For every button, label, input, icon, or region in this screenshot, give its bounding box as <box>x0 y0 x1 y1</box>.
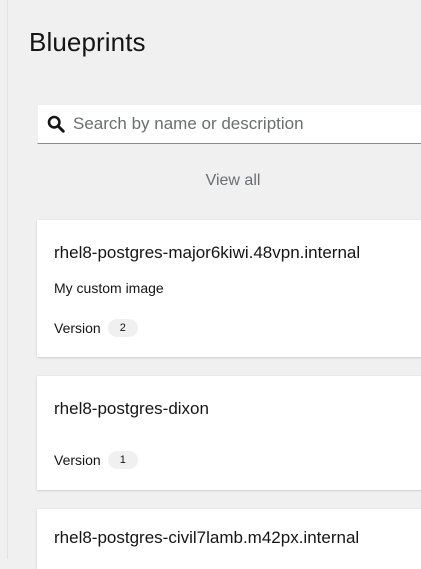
blueprint-card[interactable]: rhel8-postgres-dixon Version 1 <box>37 376 421 490</box>
version-badge: 1 <box>107 451 138 469</box>
view-all-link[interactable]: View all <box>37 172 421 190</box>
blueprint-description: My custom image <box>54 280 164 296</box>
blueprint-name[interactable]: rhel8-postgres-civil7lamb.m42px.internal <box>54 528 359 548</box>
blueprint-card[interactable]: rhel8-postgres-civil7lamb.m42px.internal <box>37 509 421 569</box>
search-input[interactable] <box>73 114 403 134</box>
blueprint-version: Version 1 <box>54 451 138 469</box>
blueprint-version: Version 2 <box>54 319 138 337</box>
search-icon <box>47 115 65 133</box>
version-label: Version <box>54 452 101 468</box>
blueprints-panel: Blueprints View all rhel8-postgres-major… <box>7 0 421 569</box>
blueprint-name[interactable]: rhel8-postgres-dixon <box>54 399 209 419</box>
search-box[interactable] <box>37 104 421 144</box>
blueprint-name[interactable]: rhel8-postgres-major6kiwi.48vpn.internal <box>54 243 360 263</box>
blueprint-card[interactable]: rhel8-postgres-major6kiwi.48vpn.internal… <box>37 220 421 357</box>
version-label: Version <box>54 320 101 336</box>
version-badge: 2 <box>107 319 138 337</box>
page-title: Blueprints <box>29 27 146 57</box>
